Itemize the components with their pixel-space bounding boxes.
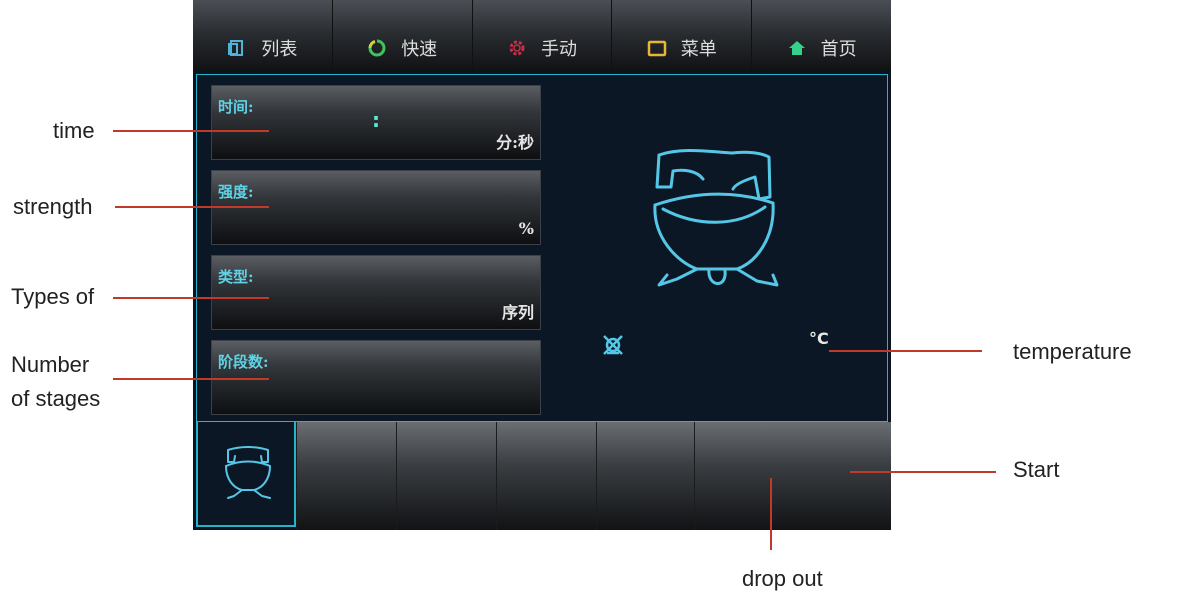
temperature-unit: °C: [809, 329, 829, 348]
tab-menu[interactable]: 菜单: [612, 0, 753, 72]
tab-list-label: 列表: [261, 39, 298, 60]
annotation-line-temperature: [829, 350, 982, 352]
folder-icon: [647, 40, 667, 57]
cup-tab-button[interactable]: [196, 422, 296, 527]
time-colon: :: [372, 108, 380, 132]
time-unit: 分:秒: [496, 133, 534, 152]
tab-menu-label: 菜单: [680, 39, 717, 60]
temperature-sensor-icon: [603, 335, 623, 355]
annotation-number-stages-2: of stages: [11, 386, 101, 411]
annotation-line-types: [113, 297, 269, 299]
type-label: 类型:: [218, 268, 254, 286]
time-field[interactable]: 时间: : 分:秒: [211, 85, 541, 160]
annotation-start: Start: [1013, 457, 1060, 482]
tab-manual[interactable]: 手动: [473, 0, 613, 72]
function-button-2[interactable]: [396, 422, 496, 530]
type-field[interactable]: 类型: 序列: [211, 255, 541, 330]
list-icon: [228, 40, 244, 56]
tab-quick[interactable]: 快速: [333, 0, 473, 72]
annotation-line-time: [113, 130, 269, 132]
annotation-line-stages: [113, 378, 269, 380]
strength-unit: %: [518, 219, 534, 238]
tab-manual-label: 手动: [540, 39, 577, 60]
home-icon: [788, 41, 805, 55]
annotation-line-drop-out: [770, 478, 772, 550]
main-panel: 时间: : 分:秒 强度: % 类型: 序列 阶段数: °C: [196, 74, 888, 422]
annotation-line-start: [850, 471, 996, 473]
annotation-strength: strength: [13, 194, 93, 219]
annotation-line-strength: [115, 206, 269, 208]
annotation-types-of: Types of: [11, 284, 95, 309]
start-button[interactable]: [694, 422, 891, 530]
top-tab-bar: 列表 快速 手动 菜单 首页: [193, 0, 891, 72]
stages-label: 阶段数:: [218, 353, 269, 371]
refresh-icon: [368, 39, 386, 57]
annotation-number-stages-1: Number: [11, 352, 90, 377]
drop-out-button[interactable]: [596, 422, 694, 530]
strength-label: 强度:: [218, 183, 254, 201]
milk-cup-small-icon: [225, 446, 271, 499]
tab-home[interactable]: 首页: [752, 0, 891, 72]
type-unit: 序列: [501, 303, 534, 322]
device-screen: 列表 快速 手动 菜单 首页 时间: : 分:秒 强度: % 类型: 序列 阶段…: [193, 0, 891, 530]
gear-icon: [509, 40, 525, 56]
tab-quick-label: 快速: [401, 39, 438, 60]
bottom-button-bar: [193, 422, 891, 530]
time-label: 时间:: [218, 98, 254, 116]
tab-home-label: 首页: [820, 39, 857, 60]
function-button-3[interactable]: [496, 422, 596, 530]
function-button-1[interactable]: [296, 422, 396, 530]
tab-list[interactable]: 列表: [193, 0, 333, 72]
milk-cup-icon: [653, 149, 779, 287]
annotation-time: time: [53, 118, 95, 143]
strength-field[interactable]: 强度: %: [211, 170, 541, 245]
annotation-drop-out: drop out: [742, 566, 823, 591]
annotation-temperature: temperature: [1013, 339, 1132, 364]
